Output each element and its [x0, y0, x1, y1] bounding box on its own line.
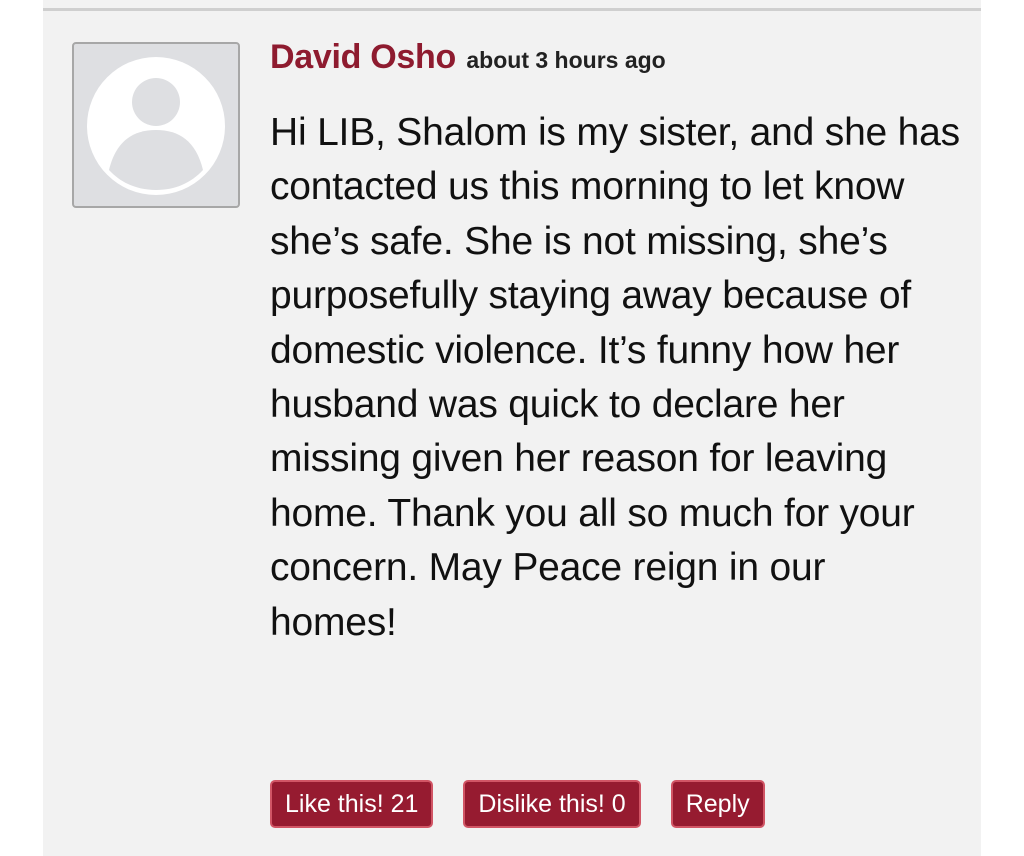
- comment-actions: Like this! 21 Dislike this! 0 Reply: [270, 780, 765, 832]
- page: David Osho about 3 hours ago Hi LIB, Sha…: [0, 0, 1024, 856]
- comment-divider: [43, 8, 981, 11]
- comment-card: David Osho about 3 hours ago Hi LIB, Sha…: [43, 0, 981, 856]
- author-name[interactable]: David Osho: [270, 38, 456, 76]
- comment-text: Hi LIB, Shalom is my sister, and she has…: [270, 111, 960, 644]
- dislike-count: 0: [611, 790, 626, 818]
- reply-button[interactable]: Reply: [670, 780, 765, 828]
- comment-content: David Osho about 3 hours ago Hi LIB, Sha…: [270, 38, 960, 650]
- comment-header: David Osho about 3 hours ago: [270, 38, 960, 90]
- like-count: 21: [390, 790, 419, 818]
- like-label: Like this!: [285, 790, 391, 818]
- comment-timestamp: about 3 hours ago: [466, 47, 666, 73]
- default-user-avatar-icon: [87, 57, 225, 195]
- like-button[interactable]: Like this! 21: [270, 780, 434, 828]
- dislike-button[interactable]: Dislike this! 0: [463, 780, 641, 828]
- user-avatar[interactable]: [72, 42, 240, 208]
- dislike-label: Dislike this!: [478, 790, 612, 818]
